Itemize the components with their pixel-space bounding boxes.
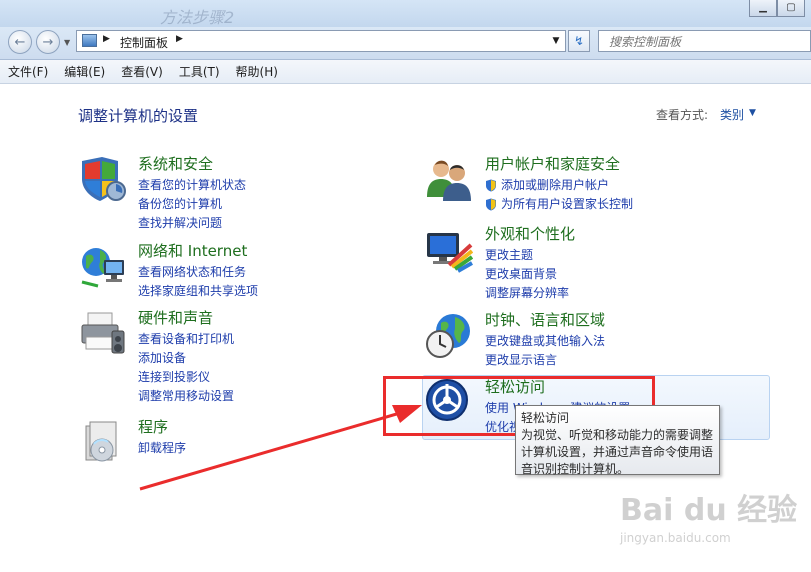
watermark-logo: Bai du 经验 (620, 493, 798, 528)
search-box[interactable] (598, 30, 811, 52)
address-dropdown-button[interactable]: ▼ (549, 33, 563, 49)
menu-bar: 文件(F) 编辑(E) 查看(V) 工具(T) 帮助(H) (0, 60, 811, 84)
address-bar[interactable]: ▶ 控制面板 ▶ ▼ (76, 30, 566, 52)
refresh-button[interactable]: ↯ (568, 30, 590, 52)
forward-button[interactable]: → (36, 30, 60, 54)
window-title: 方法步骤2 (160, 8, 235, 27)
back-button[interactable]: ← (8, 30, 32, 54)
control-panel-content: 调整计算机的设置 查看方式: 类别 ▼ 系统和安全 查看您的计算机状态 备份您的… (0, 85, 811, 572)
baidu-watermark: Bai du 经验 jingyan.baidu.com (620, 485, 800, 560)
menu-edit[interactable]: 编辑(E) (64, 63, 105, 80)
menu-view[interactable]: 查看(V) (121, 63, 163, 80)
window-controls: ▁ ▢ (749, 0, 805, 17)
back-arrow-icon: ← (14, 34, 26, 50)
recent-pages-dropdown[interactable]: ▼ (64, 38, 70, 47)
breadcrumb-control-panel[interactable]: 控制面板 (120, 34, 168, 51)
minimize-icon: ▁ (759, 2, 767, 13)
watermark-url: jingyan.baidu.com (620, 531, 731, 545)
title-bar: 方法步骤2 ▁ ▢ (0, 0, 811, 27)
breadcrumb-arrow-icon[interactable]: ▶ (176, 34, 183, 44)
arrow-shaft (139, 411, 401, 491)
control-panel-icon (82, 34, 97, 47)
minimize-button[interactable]: ▁ (749, 0, 777, 17)
navigation-bar: ← → ▼ ▶ 控制面板 ▶ ▼ ↯ (0, 27, 811, 60)
search-input[interactable] (607, 32, 806, 52)
menu-help[interactable]: 帮助(H) (236, 63, 278, 80)
menu-tools[interactable]: 工具(T) (179, 63, 220, 80)
maximize-button[interactable]: ▢ (777, 0, 805, 17)
breadcrumb-arrow-icon[interactable]: ▶ (103, 34, 110, 44)
refresh-icon: ↯ (573, 34, 585, 48)
forward-arrow-icon: → (42, 34, 54, 50)
menu-file[interactable]: 文件(F) (8, 63, 48, 80)
arrow-head (392, 405, 422, 423)
maximize-icon: ▢ (786, 2, 796, 13)
